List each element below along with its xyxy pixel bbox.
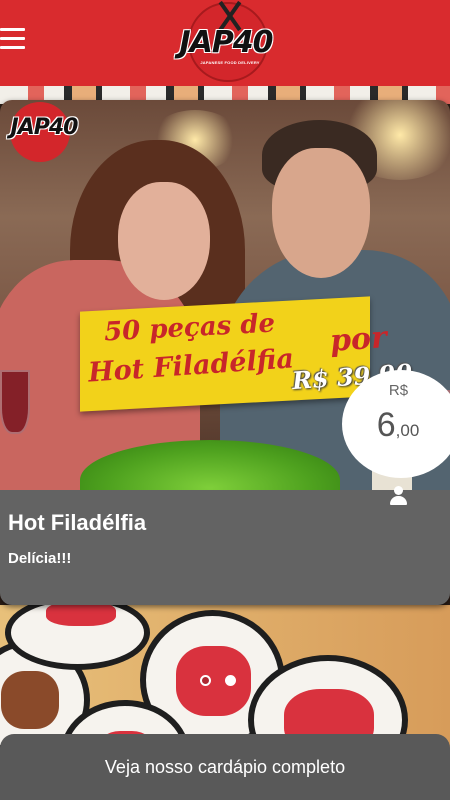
promo-por: por <box>328 320 388 359</box>
price-amount: 6,00 <box>342 406 450 445</box>
brand-logo[interactable]: JAP40 JAPANESE FOOD DELIVERY <box>170 0 282 82</box>
woman-face <box>118 182 210 300</box>
price-decimal: ,00 <box>395 421 420 440</box>
hamburger-menu-icon[interactable] <box>0 28 28 56</box>
product-title: Hot Filadélfia <box>8 510 147 535</box>
price-integer: 6 <box>376 406 396 444</box>
man-face <box>272 148 370 278</box>
carousel-dot-1[interactable] <box>200 675 211 686</box>
view-full-menu-button[interactable]: Veja nosso cardápio completo <box>0 734 450 800</box>
price-badge: R$ 6,00 <box>342 370 450 478</box>
product-card[interactable]: JAP40 50 peças de Hot Filadélfia por R$ … <box>0 100 450 605</box>
price-currency: R$ <box>388 382 409 399</box>
product-info-panel <box>0 490 450 605</box>
promo-logo: JAP40 <box>0 100 88 168</box>
carousel-indicators <box>200 673 250 691</box>
promo-logo-text: JAP40 <box>10 115 79 140</box>
user-icon[interactable] <box>390 486 408 506</box>
logo-tagline: JAPANESE FOOD DELIVERY <box>200 60 260 65</box>
logo-text: JAP40 <box>179 25 273 60</box>
carousel-dot-2[interactable] <box>225 675 236 686</box>
product-description: Delícia!!! <box>8 550 72 567</box>
wine-glass-icon <box>0 370 30 434</box>
app-header: JAP40 JAPANESE FOOD DELIVERY <box>0 0 450 86</box>
